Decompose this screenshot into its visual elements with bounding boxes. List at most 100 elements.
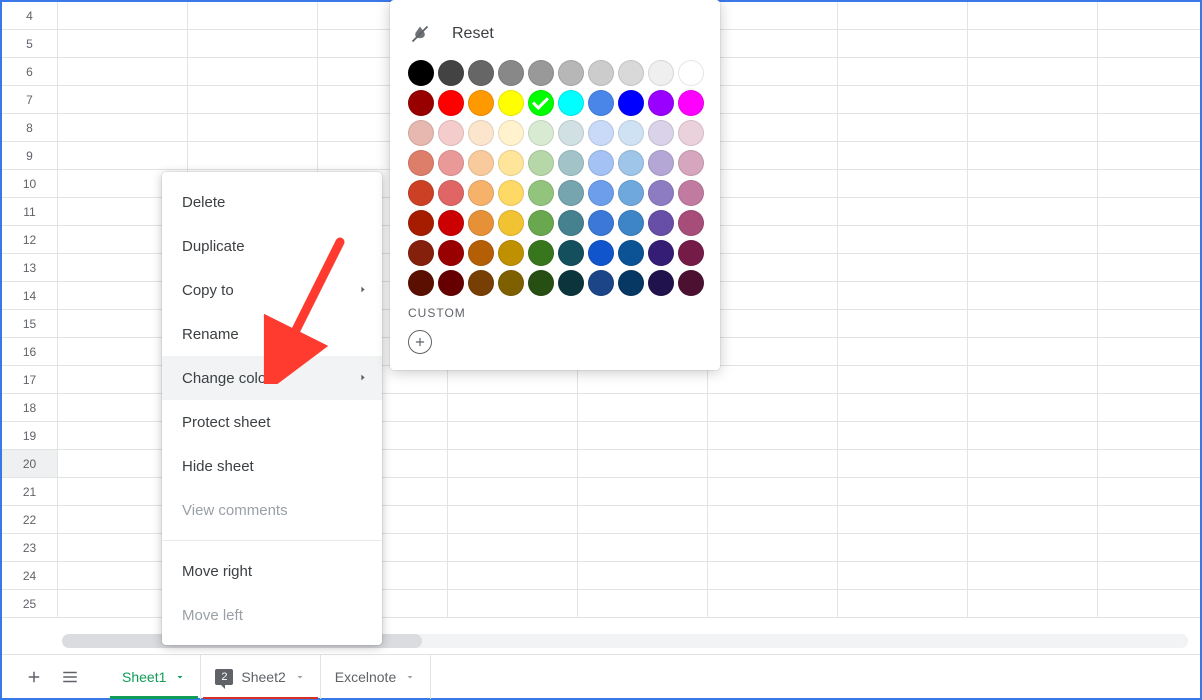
cell[interactable] [1098, 366, 1202, 393]
tab-dropdown-icon[interactable] [404, 671, 416, 683]
cell[interactable] [1098, 226, 1202, 253]
cell[interactable] [968, 254, 1098, 281]
row-header[interactable]: 17 [2, 366, 58, 393]
cell[interactable] [578, 534, 708, 561]
cell[interactable] [1098, 142, 1202, 169]
cell[interactable] [708, 450, 838, 477]
color-swatch[interactable] [468, 240, 494, 266]
cell[interactable] [708, 478, 838, 505]
cell[interactable] [838, 170, 968, 197]
cell[interactable] [1098, 450, 1202, 477]
color-swatch[interactable] [588, 270, 614, 296]
cell[interactable] [448, 534, 578, 561]
color-swatch[interactable] [618, 90, 644, 116]
color-swatch[interactable] [408, 150, 434, 176]
cell[interactable] [578, 562, 708, 589]
color-swatch[interactable] [648, 240, 674, 266]
color-swatch[interactable] [408, 90, 434, 116]
cell[interactable] [838, 86, 968, 113]
menu-item-change-color[interactable]: Change color [162, 356, 382, 400]
cell[interactable] [708, 590, 838, 617]
color-swatch[interactable] [498, 90, 524, 116]
color-swatch[interactable] [408, 120, 434, 146]
cell[interactable] [708, 338, 838, 365]
cell[interactable] [1098, 478, 1202, 505]
cell[interactable] [58, 142, 188, 169]
cell[interactable] [838, 2, 968, 29]
menu-item-hide[interactable]: Hide sheet [162, 444, 382, 488]
cell[interactable] [838, 562, 968, 589]
color-swatch[interactable] [528, 60, 554, 86]
color-swatch[interactable] [528, 120, 554, 146]
color-swatch[interactable] [528, 180, 554, 206]
color-swatch[interactable] [618, 180, 644, 206]
cell[interactable] [578, 366, 708, 393]
cell[interactable] [188, 114, 318, 141]
cell[interactable] [58, 86, 188, 113]
cell[interactable] [838, 422, 968, 449]
cell[interactable] [1098, 338, 1202, 365]
cell[interactable] [188, 58, 318, 85]
color-swatch[interactable] [588, 60, 614, 86]
cell[interactable] [708, 310, 838, 337]
color-swatch[interactable] [468, 90, 494, 116]
cell[interactable] [968, 282, 1098, 309]
color-swatch[interactable] [618, 210, 644, 236]
row-header[interactable]: 21 [2, 478, 58, 505]
cell[interactable] [838, 478, 968, 505]
cell[interactable] [448, 478, 578, 505]
color-swatch[interactable] [558, 180, 584, 206]
cell[interactable] [1098, 30, 1202, 57]
menu-item-copy-to[interactable]: Copy to [162, 268, 382, 312]
color-swatch[interactable] [438, 60, 464, 86]
color-swatch[interactable] [438, 120, 464, 146]
row-header[interactable]: 18 [2, 394, 58, 421]
cell[interactable] [968, 534, 1098, 561]
cell[interactable] [1098, 114, 1202, 141]
cell[interactable] [968, 58, 1098, 85]
color-swatch[interactable] [588, 90, 614, 116]
cell[interactable] [708, 422, 838, 449]
color-swatch[interactable] [528, 210, 554, 236]
color-swatch[interactable] [468, 270, 494, 296]
color-swatch[interactable] [438, 210, 464, 236]
color-swatch[interactable] [498, 210, 524, 236]
color-swatch[interactable] [618, 120, 644, 146]
menu-item-duplicate[interactable]: Duplicate [162, 224, 382, 268]
tab-dropdown-icon[interactable] [174, 671, 186, 683]
menu-item-move-right[interactable]: Move right [162, 549, 382, 593]
color-swatch[interactable] [528, 240, 554, 266]
color-swatch[interactable] [648, 120, 674, 146]
reset-color-button[interactable]: Reset [408, 18, 702, 50]
color-swatch[interactable] [408, 240, 434, 266]
cell[interactable] [838, 114, 968, 141]
cell[interactable] [838, 30, 968, 57]
cell[interactable] [1098, 254, 1202, 281]
cell[interactable] [578, 478, 708, 505]
cell[interactable] [708, 366, 838, 393]
color-swatch[interactable] [408, 180, 434, 206]
color-swatch[interactable] [618, 240, 644, 266]
color-swatch[interactable] [678, 270, 704, 296]
cell[interactable] [968, 478, 1098, 505]
cell[interactable] [1098, 506, 1202, 533]
color-swatch[interactable] [558, 150, 584, 176]
cell[interactable] [838, 394, 968, 421]
cell[interactable] [58, 30, 188, 57]
color-swatch[interactable] [678, 180, 704, 206]
color-swatch[interactable] [438, 240, 464, 266]
cell[interactable] [58, 2, 188, 29]
cell[interactable] [1098, 86, 1202, 113]
cell[interactable] [838, 506, 968, 533]
cell[interactable] [708, 394, 838, 421]
cell[interactable] [838, 142, 968, 169]
color-swatch[interactable] [438, 150, 464, 176]
row-header[interactable]: 25 [2, 590, 58, 617]
color-swatch[interactable] [528, 150, 554, 176]
cell[interactable] [1098, 58, 1202, 85]
cell[interactable] [578, 506, 708, 533]
cell[interactable] [838, 282, 968, 309]
row-header[interactable]: 12 [2, 226, 58, 253]
cell[interactable] [1098, 310, 1202, 337]
color-swatch[interactable] [618, 150, 644, 176]
